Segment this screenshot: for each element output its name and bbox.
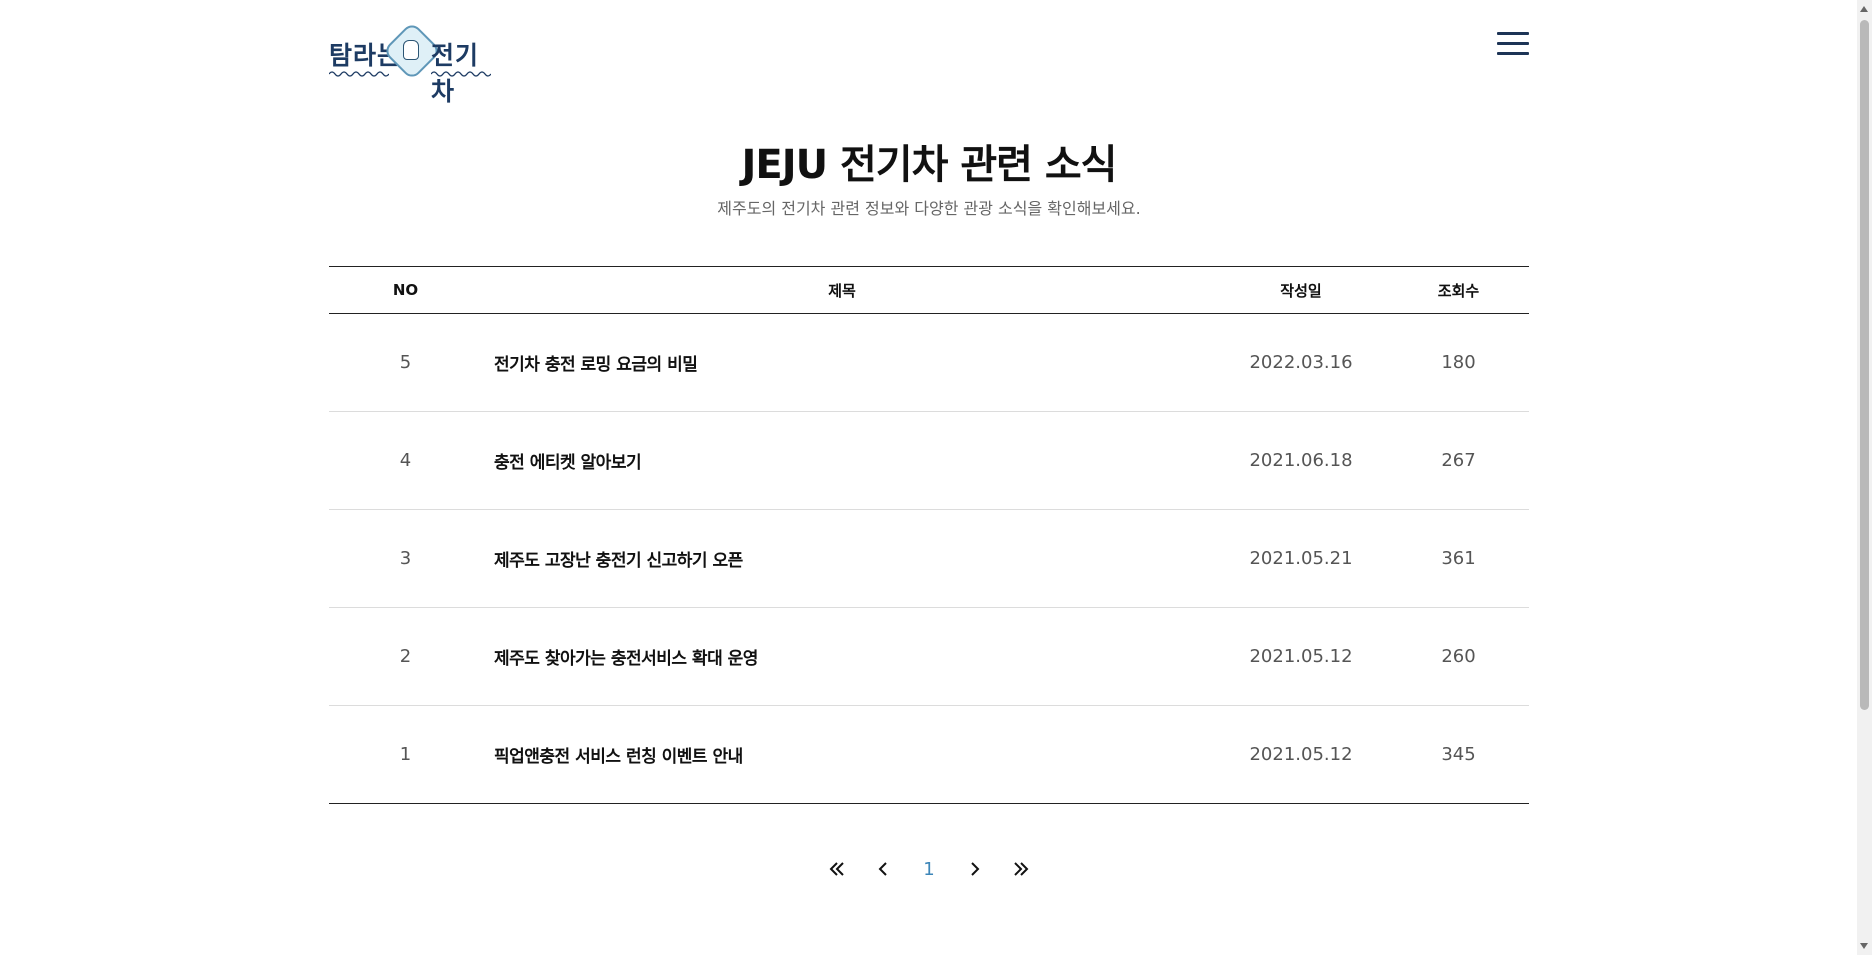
row-title-link[interactable]: 충전 에티켓 알아보기 <box>482 448 1202 473</box>
row-views: 180 <box>1441 352 1476 373</box>
site-logo[interactable]: 탐라는 전기차 <box>329 21 499 106</box>
row-title-link[interactable]: 전기차 충전 로밍 요금의 비밀 <box>482 350 1202 375</box>
row-views: 267 <box>1441 450 1476 471</box>
row-number: 3 <box>399 548 412 569</box>
pagination: 1 <box>329 854 1529 884</box>
row-date: 2022.03.16 <box>1249 352 1353 373</box>
logo-figure-icon <box>403 40 419 60</box>
row-title-link[interactable]: 제주도 찾아가는 충전서비스 확대 운영 <box>482 644 1202 669</box>
scroll-down-arrow-icon[interactable] <box>1860 943 1868 949</box>
table-row[interactable]: 2 제주도 찾아가는 충전서비스 확대 운영 2021.05.12 260 <box>329 608 1529 706</box>
row-views: 260 <box>1441 646 1476 667</box>
row-number: 4 <box>399 450 412 471</box>
table-row[interactable]: 4 충전 에티켓 알아보기 2021.06.18 267 <box>329 412 1529 510</box>
row-title-link[interactable]: 픽업앤충전 서비스 런칭 이벤트 안내 <box>482 742 1202 767</box>
double-chevron-right-icon[interactable] <box>1013 859 1029 879</box>
row-date: 2021.06.18 <box>1249 450 1353 471</box>
table-row[interactable]: 5 전기차 충전 로밍 요금의 비밀 2022.03.16 180 <box>329 314 1529 412</box>
row-number: 5 <box>399 352 412 373</box>
page-title: JEJU 전기차 관련 소식 <box>741 142 1118 188</box>
column-header-date: 작성일 <box>1280 281 1322 300</box>
news-table: NO 제목 작성일 조회수 5 전기차 충전 로밍 요금의 비밀 2022.03… <box>329 266 1529 804</box>
row-views: 345 <box>1441 744 1476 765</box>
row-date: 2021.05.12 <box>1249 744 1353 765</box>
table-row[interactable]: 3 제주도 고장난 충전기 신고하기 오픈 2021.05.21 361 <box>329 510 1529 608</box>
row-date: 2021.05.21 <box>1249 548 1353 569</box>
row-views: 361 <box>1441 548 1476 569</box>
hamburger-menu-icon[interactable] <box>1497 32 1529 58</box>
chevron-left-icon[interactable] <box>875 859 891 879</box>
logo-wave-icon <box>329 71 389 77</box>
table-header: NO 제목 작성일 조회수 <box>329 266 1529 314</box>
logo-wave-icon <box>431 71 491 77</box>
vertical-scrollbar[interactable] <box>1857 0 1872 955</box>
table-row[interactable]: 1 픽업앤충전 서비스 런칭 이벤트 안내 2021.05.12 345 <box>329 706 1529 804</box>
row-title-link[interactable]: 제주도 고장난 충전기 신고하기 오픈 <box>482 546 1202 571</box>
page-subtitle: 제주도의 전기차 관련 정보와 다양한 관광 소식을 확인해보세요. <box>717 199 1141 218</box>
page-number-current[interactable]: 1 <box>921 859 937 880</box>
double-chevron-left-icon[interactable] <box>829 859 845 879</box>
column-header-no: NO <box>392 281 419 299</box>
scroll-up-arrow-icon[interactable] <box>1860 6 1868 12</box>
chevron-right-icon[interactable] <box>967 859 983 879</box>
column-header-views: 조회수 <box>1437 281 1480 300</box>
row-number: 1 <box>399 744 412 765</box>
row-number: 2 <box>399 646 412 667</box>
column-header-title: 제목 <box>828 281 856 300</box>
row-date: 2021.05.12 <box>1249 646 1353 667</box>
scroll-thumb[interactable] <box>1860 20 1869 710</box>
